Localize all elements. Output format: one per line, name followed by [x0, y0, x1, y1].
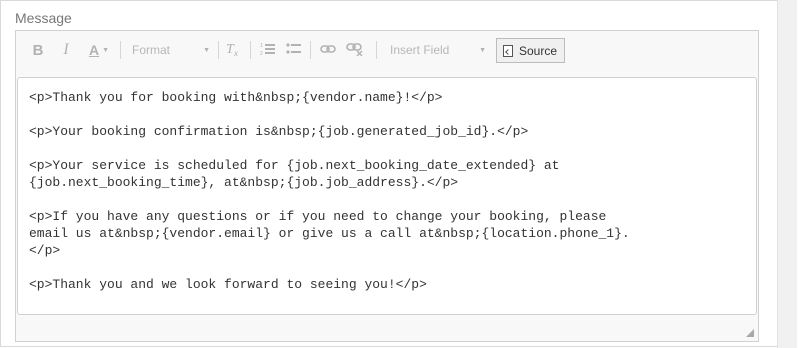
format-dropdown[interactable]: Format ▼ [130, 39, 214, 61]
italic-icon: I [63, 41, 69, 58]
bulleted-list-icon [286, 42, 302, 59]
svg-text:2: 2 [260, 51, 263, 56]
insert-field-dropdown[interactable]: Insert Field ▼ [388, 39, 490, 61]
unlink-button[interactable] [344, 39, 366, 61]
bulleted-list-button[interactable] [284, 39, 304, 61]
toolbar-separator [218, 41, 219, 59]
numbered-list-button[interactable]: 1 2 [258, 39, 278, 61]
font-color-button[interactable]: A ▼ [86, 39, 112, 61]
editor-toolbar: B I A ▼ Format ▼ T x 1 2 Insert Field ▼ … [16, 31, 758, 71]
bold-icon: B [32, 41, 44, 59]
chevron-down-icon: ▼ [203, 46, 210, 54]
remove-format-icon: T x [224, 41, 242, 60]
editor-status-bar [16, 315, 758, 341]
source-button-label: Source [519, 43, 558, 58]
chevron-down-icon: ▼ [479, 46, 486, 54]
toolbar-separator [310, 41, 311, 59]
toolbar-separator [376, 41, 377, 59]
source-document-icon [503, 44, 513, 57]
insert-field-label: Insert Field [390, 43, 450, 57]
numbered-list-icon: 1 2 [260, 42, 276, 59]
message-label: Message [15, 10, 72, 26]
source-code-text: <p>Thank you for booking with&nbsp;{vend… [29, 90, 630, 292]
link-button[interactable] [318, 39, 338, 61]
rich-text-editor: B I A ▼ Format ▼ T x 1 2 Insert Field ▼ … [15, 30, 759, 342]
unlink-icon [346, 42, 364, 59]
source-code-textarea[interactable]: <p>Thank you for booking with&nbsp;{vend… [17, 77, 757, 315]
page-scrollbar[interactable] [777, 0, 797, 348]
italic-button[interactable]: I [58, 39, 74, 61]
remove-format-button[interactable]: T x [223, 39, 243, 61]
format-dropdown-label: Format [132, 43, 171, 57]
svg-text:1: 1 [260, 43, 263, 49]
bold-button[interactable]: B [30, 39, 46, 61]
font-color-icon: A [88, 42, 100, 58]
source-button[interactable]: Source [496, 38, 565, 63]
resize-handle-icon[interactable] [746, 329, 754, 337]
chevron-down-icon: ▼ [102, 46, 110, 54]
toolbar-separator [250, 41, 251, 59]
toolbar-separator [120, 41, 121, 59]
link-icon [320, 42, 336, 58]
svg-text:x: x [233, 49, 239, 57]
